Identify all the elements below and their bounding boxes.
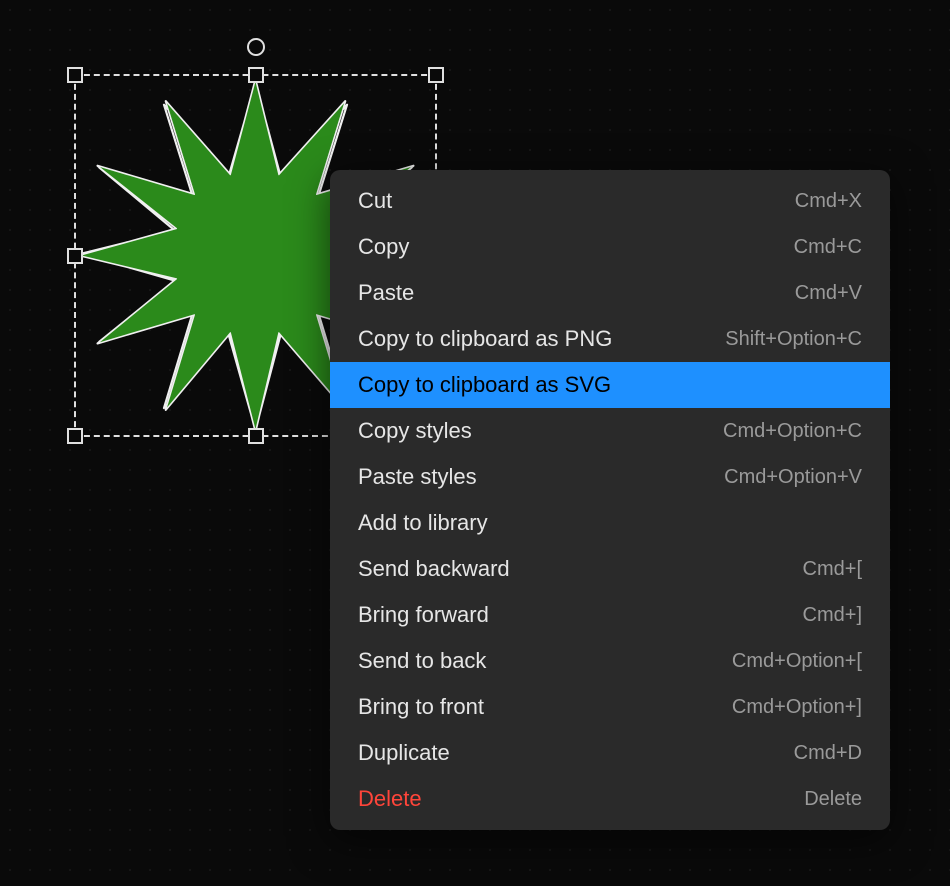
menu-item-shortcut: Cmd+V (795, 282, 862, 305)
menu-item-shortcut: Cmd+] (803, 604, 862, 627)
menu-item-copy-to-clipboard-as-svg[interactable]: Copy to clipboard as SVG (330, 362, 890, 408)
context-menu: Cut Cmd+X Copy Cmd+C Paste Cmd+V Copy to clipb… (330, 170, 890, 830)
menu-item-delete[interactable]: Delete Delete (330, 776, 890, 822)
menu-item-shortcut: Cmd+Option+V (724, 466, 862, 489)
menu-item-label: Paste styles (358, 464, 477, 490)
menu-item-shortcut: Shift+Option+C (725, 328, 862, 351)
menu-item-shortcut: Cmd+Option+] (732, 696, 862, 719)
menu-item-cut[interactable]: Cut Cmd+X (330, 178, 890, 224)
menu-item-label: Copy (358, 234, 409, 260)
menu-item-label: Send to back (358, 648, 486, 674)
menu-item-shortcut: Cmd+[ (803, 558, 862, 581)
menu-item-copy[interactable]: Copy Cmd+C (330, 224, 890, 270)
menu-item-paste[interactable]: Paste Cmd+V (330, 270, 890, 316)
menu-item-paste-styles[interactable]: Paste styles Cmd+Option+V (330, 454, 890, 500)
menu-item-shortcut: Cmd+D (794, 742, 862, 765)
menu-item-label: Copy to clipboard as SVG (358, 372, 611, 398)
menu-item-shortcut: Cmd+X (795, 190, 862, 213)
menu-item-send-backward[interactable]: Send backward Cmd+[ (330, 546, 890, 592)
menu-item-send-to-back[interactable]: Send to back Cmd+Option+[ (330, 638, 890, 684)
menu-item-shortcut: Cmd+C (794, 236, 862, 259)
menu-item-label: Delete (358, 786, 422, 812)
menu-item-label: Cut (358, 188, 392, 214)
canvas-area[interactable]: Cut Cmd+X Copy Cmd+C Paste Cmd+V Copy to clipb… (0, 0, 950, 886)
menu-item-shortcut: Cmd+Option+C (723, 420, 862, 443)
menu-item-label: Send backward (358, 556, 510, 582)
menu-item-label: Bring to front (358, 694, 484, 720)
menu-item-label: Paste (358, 280, 414, 306)
menu-item-label: Bring forward (358, 602, 489, 628)
rotation-handle[interactable] (247, 38, 265, 56)
menu-item-copy-styles[interactable]: Copy styles Cmd+Option+C (330, 408, 890, 454)
menu-item-label: Copy styles (358, 418, 472, 444)
menu-item-shortcut: Cmd+Option+[ (732, 650, 862, 673)
menu-item-duplicate[interactable]: Duplicate Cmd+D (330, 730, 890, 776)
menu-item-label: Duplicate (358, 740, 450, 766)
menu-item-shortcut: Delete (804, 788, 862, 811)
menu-item-bring-to-front[interactable]: Bring to front Cmd+Option+] (330, 684, 890, 730)
menu-item-label: Add to library (358, 510, 488, 536)
menu-item-copy-to-clipboard-as-png[interactable]: Copy to clipboard as PNG Shift+Option+C (330, 316, 890, 362)
menu-item-label: Copy to clipboard as PNG (358, 326, 612, 352)
menu-item-add-to-library[interactable]: Add to library (330, 500, 890, 546)
menu-item-bring-forward[interactable]: Bring forward Cmd+] (330, 592, 890, 638)
